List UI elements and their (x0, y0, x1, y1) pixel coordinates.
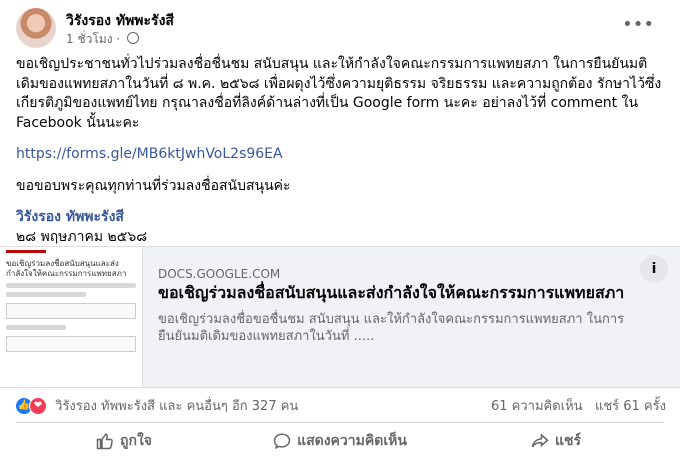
post-date: ๒๘ พฤษภาคม ๒๕๖๘ (16, 228, 148, 245)
share-label: แชร์ (554, 433, 582, 449)
thumb-line (6, 325, 66, 330)
comment-label: แสดงความคิดเห็น (297, 433, 407, 449)
preview-thumbnail[interactable]: ขอเชิญร่วมลงชื่อสนับสนุนและส่งกำลังใจให้… (0, 247, 143, 387)
link-preview[interactable]: ขอเชิญร่วมลงชื่อสนับสนุนและส่งกำลังใจให้… (0, 246, 680, 388)
thumb-accent-bar (6, 250, 46, 253)
signature[interactable]: วิรังรอง ทัพพะรังสี (16, 208, 666, 228)
post-header: วิรังรอง ทัพพะรังสี 1 ชั่วโมง · ••• (16, 8, 666, 48)
share-icon (531, 433, 549, 448)
reaction-names[interactable]: วิรังรอง ทัพพะรังสี และ คนอื่นๆ อีก 327 … (55, 399, 298, 414)
more-options-icon[interactable]: ••• (622, 16, 654, 34)
post-message: ขอเชิญประชาชนทั่วไปร่วมลงชื่อชื่นชม สนับ… (16, 56, 662, 131)
love-reaction-icon: ❤ (29, 396, 47, 415)
engagement-stats: 👍 ❤ วิรังรอง ทัพพะรังสี และ คนอื่นๆ อีก 3… (16, 395, 666, 415)
share-count[interactable]: แชร์ 61 ครั้ง (595, 399, 666, 414)
post-time[interactable]: 1 ชั่วโมง (66, 32, 113, 46)
counts: 61 ความคิดเห็น แชร์ 61 ครั้ง (491, 395, 666, 416)
thumb-line (6, 292, 86, 297)
comment-icon (273, 433, 291, 450)
thumb-line (6, 283, 136, 288)
thumb-title: ขอเชิญร่วมลงชื่อสนับสนุนและส่งกำลังใจให้… (6, 259, 127, 278)
preview-body: DOCS.GOOGLE.COM ขอเชิญร่วมลงชื่อสนับสนุน… (158, 267, 648, 345)
post-card: วิรังรอง ทัพพะรังสี 1 ชั่วโมง · ••• ขอเช… (0, 0, 680, 457)
author-name[interactable]: วิรังรอง ทัพพะรังสี (66, 10, 174, 32)
thanks-text: ขอขอบพระคุณทุกท่านที่ร่วมลงชื่อสนับสนุนค… (16, 177, 291, 194)
thumbs-up-icon (96, 433, 113, 450)
like-label: ถูกใจ (120, 433, 152, 449)
comment-button[interactable]: แสดงความคิดเห็น (232, 426, 448, 456)
post-meta: 1 ชั่วโมง · (66, 30, 140, 49)
avatar[interactable] (16, 8, 56, 48)
action-bar: ถูกใจ แสดงความคิดเห็น แชร์ (16, 426, 664, 456)
share-button[interactable]: แชร์ (448, 426, 664, 456)
info-icon[interactable]: i (640, 255, 668, 283)
preview-title[interactable]: ขอเชิญร่วมลงชื่อสนับสนุนและส่งกำลังใจให้… (158, 283, 648, 303)
globe-icon (127, 32, 140, 44)
post-body: ขอเชิญประชาชนทั่วไปร่วมลงชื่อชื่นชม สนับ… (16, 55, 666, 247)
comment-count[interactable]: 61 ความคิดเห็น (491, 399, 583, 414)
form-link[interactable]: https://forms.gle/MB6ktJwhVoL2s96EA (16, 146, 283, 162)
thumb-field (6, 303, 136, 319)
meta-separator: · (116, 32, 121, 46)
preview-domain: DOCS.GOOGLE.COM (158, 267, 281, 281)
preview-description: ขอเชิญร่วมลงชื่อขอชื่นชม สนับสนุน และให้… (158, 312, 625, 344)
thumb-field (6, 336, 136, 352)
like-button[interactable]: ถูกใจ (16, 426, 232, 456)
reactions-summary[interactable]: 👍 ❤ วิรังรอง ทัพพะรังสี และ คนอื่นๆ อีก 3… (16, 395, 298, 416)
divider (16, 422, 664, 423)
